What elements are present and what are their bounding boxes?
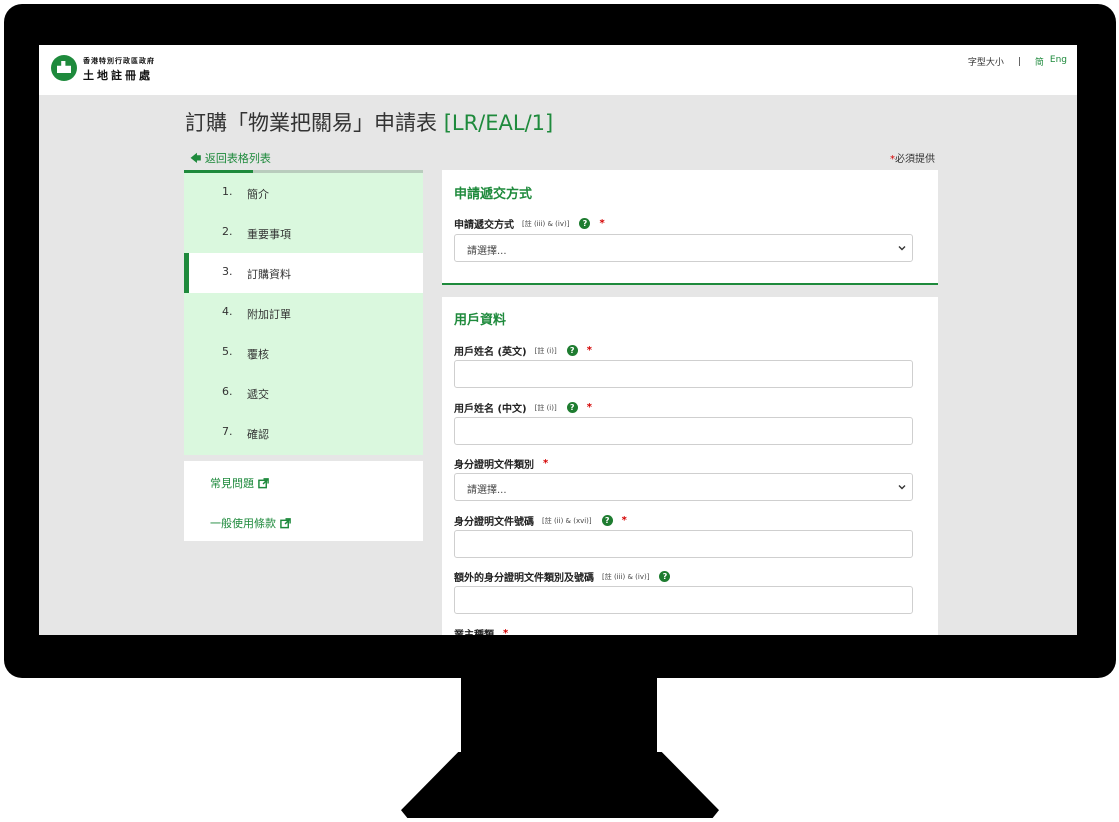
- field-label-text: 額外的身分證明文件類別及號碼: [454, 573, 594, 584]
- field-label: 用戶姓名 (中文) [註 (i)] ? *: [454, 400, 592, 415]
- government-name: 香港特別行政區政府: [83, 57, 155, 65]
- english-name-input[interactable]: [454, 360, 913, 388]
- department-name: 土地註冊處: [83, 69, 153, 82]
- section-title: 用戶資料: [454, 313, 507, 328]
- step-number: 6.: [222, 385, 233, 398]
- help-question-icon[interactable]: ?: [566, 402, 578, 413]
- help-question-icon[interactable]: ?: [566, 345, 578, 356]
- terms-link-label: 一般使用條款: [210, 517, 276, 530]
- required-star: *: [621, 515, 627, 526]
- field-note: [註 (iii) & (iv)]: [522, 219, 570, 228]
- required-star: *: [543, 458, 549, 469]
- external-link-icon: [280, 517, 291, 529]
- field-note: [註 (iii) & (iv)]: [602, 572, 650, 581]
- field-label-text: 身分證明文件號碼: [454, 517, 534, 528]
- step-item-2[interactable]: 2. 重要事項: [184, 213, 423, 253]
- field-label: 申請遞交方式 [註 (iii) & (iv)] ? *: [454, 216, 605, 231]
- submission-method-panel: 申請遞交方式 申請遞交方式 [註 (iii) & (iv)] ? * 請選擇..…: [442, 170, 938, 283]
- section-divider: [442, 283, 938, 285]
- field-label-text: 身分證明文件類別: [454, 460, 534, 471]
- page-title: 訂購「物業把關易」申請表 [LR/EAL/1]: [185, 107, 553, 137]
- field-label: 身分證明文件號碼 [註 (ii) & (xvi)] ? *: [454, 513, 627, 528]
- step-number: 1.: [222, 185, 233, 198]
- chevron-down-icon: [898, 244, 906, 252]
- terms-of-use-link[interactable]: 一般使用條款: [210, 515, 291, 531]
- field-label: 額外的身分證明文件類別及號碼 [註 (iii) & (iv)] ?: [454, 569, 671, 584]
- top-header: 香港特別行政區政府 土地註冊處 字型大小 | 简 Eng: [39, 45, 1077, 95]
- step-item-5[interactable]: 5. 覆核: [184, 333, 423, 373]
- field-note: [註 (i)]: [534, 403, 557, 412]
- additional-id-input[interactable]: [454, 586, 913, 614]
- steps-sidebar: 1. 簡介 2. 重要事項 3. 訂購資料 4. 附加訂單 5. 覆核 6. 遞…: [184, 170, 423, 455]
- required-note: *必須提供: [890, 150, 935, 165]
- step-item-3-active[interactable]: 3. 訂購資料: [184, 253, 423, 293]
- lang-simplified-link[interactable]: 简: [1035, 55, 1044, 68]
- faq-link[interactable]: 常見問題: [210, 475, 269, 491]
- form-code: [LR/EAL/1]: [443, 111, 554, 135]
- top-links: 字型大小 | 简 Eng: [968, 55, 1067, 68]
- back-link-label: 返回表格列表: [204, 152, 271, 165]
- field-label-text: 申請遞交方式: [454, 220, 514, 231]
- section-title: 申請遞交方式: [454, 187, 533, 202]
- select-value: 請選擇...: [467, 485, 507, 496]
- required-note-text: 必須提供: [895, 154, 935, 165]
- step-number: 3.: [222, 265, 233, 278]
- font-size-link[interactable]: 字型大小: [968, 55, 1004, 68]
- field-label: 身分證明文件類別 *: [454, 456, 548, 471]
- lang-english-link[interactable]: Eng: [1050, 55, 1067, 68]
- required-star: *: [503, 628, 509, 635]
- chinese-name-input[interactable]: [454, 417, 913, 445]
- id-document-number-input[interactable]: [454, 530, 913, 558]
- user-info-panel: 用戶資料 用戶姓名 (英文) [註 (i)] ? * 用戶姓名 (中文) [註 …: [442, 297, 938, 635]
- help-question-icon[interactable]: ?: [659, 571, 671, 582]
- step-number: 4.: [222, 305, 233, 318]
- step-label: 遞交: [247, 388, 269, 401]
- field-note: [註 (ii) & (xvi)]: [542, 516, 592, 525]
- step-number: 2.: [222, 225, 233, 238]
- monitor-base: [401, 752, 719, 818]
- step-label: 重要事項: [247, 228, 291, 241]
- required-star: *: [599, 218, 605, 229]
- field-label: 業主種類 *: [454, 626, 508, 635]
- back-arrow-icon: 🡄: [190, 152, 202, 165]
- chevron-down-icon: [898, 483, 906, 491]
- step-item-4[interactable]: 4. 附加訂單: [184, 293, 423, 333]
- step-label: 附加訂單: [247, 308, 291, 321]
- step-label: 訂購資料: [247, 268, 291, 281]
- land-registry-logo-icon[interactable]: [51, 55, 77, 81]
- step-label: 確認: [247, 428, 269, 441]
- field-note: [註 (i)]: [534, 346, 557, 355]
- step-item-1[interactable]: 1. 簡介: [184, 173, 423, 213]
- help-links-box: 常見問題 一般使用條款: [184, 461, 423, 541]
- back-to-form-list-link[interactable]: 🡄 返回表格列表: [190, 150, 271, 169]
- field-label-text: 用戶姓名 (英文): [454, 347, 527, 358]
- steps-progress-fill: [184, 170, 253, 173]
- step-label: 簡介: [247, 188, 269, 201]
- field-label: 用戶姓名 (英文) [註 (i)] ? *: [454, 343, 592, 358]
- help-question-icon[interactable]: ?: [579, 218, 591, 229]
- faq-link-label: 常見問題: [210, 477, 254, 490]
- link-divider: |: [1017, 56, 1021, 67]
- field-label-text: 用戶姓名 (中文): [454, 404, 527, 415]
- step-number: 7.: [222, 425, 233, 438]
- required-star: *: [586, 345, 592, 356]
- field-label-text: 業主種類: [454, 626, 494, 635]
- id-document-type-select[interactable]: 請選擇...: [454, 473, 913, 501]
- monitor-neck: [461, 677, 657, 753]
- step-number: 5.: [222, 345, 233, 358]
- step-label: 覆核: [247, 348, 269, 361]
- page-title-text: 訂購「物業把關易」申請表: [185, 111, 437, 135]
- step-item-7[interactable]: 7. 確認: [184, 413, 423, 453]
- select-value: 請選擇...: [467, 246, 507, 257]
- help-question-icon[interactable]: ?: [601, 515, 613, 526]
- browser-screen: 香港特別行政區政府 土地註冊處 字型大小 | 简 Eng 訂購「物業把關易」申請…: [39, 45, 1077, 635]
- step-item-6[interactable]: 6. 遞交: [184, 373, 423, 413]
- external-link-icon: [258, 477, 269, 489]
- required-star: *: [586, 402, 592, 413]
- submission-method-select[interactable]: 請選擇...: [454, 234, 913, 262]
